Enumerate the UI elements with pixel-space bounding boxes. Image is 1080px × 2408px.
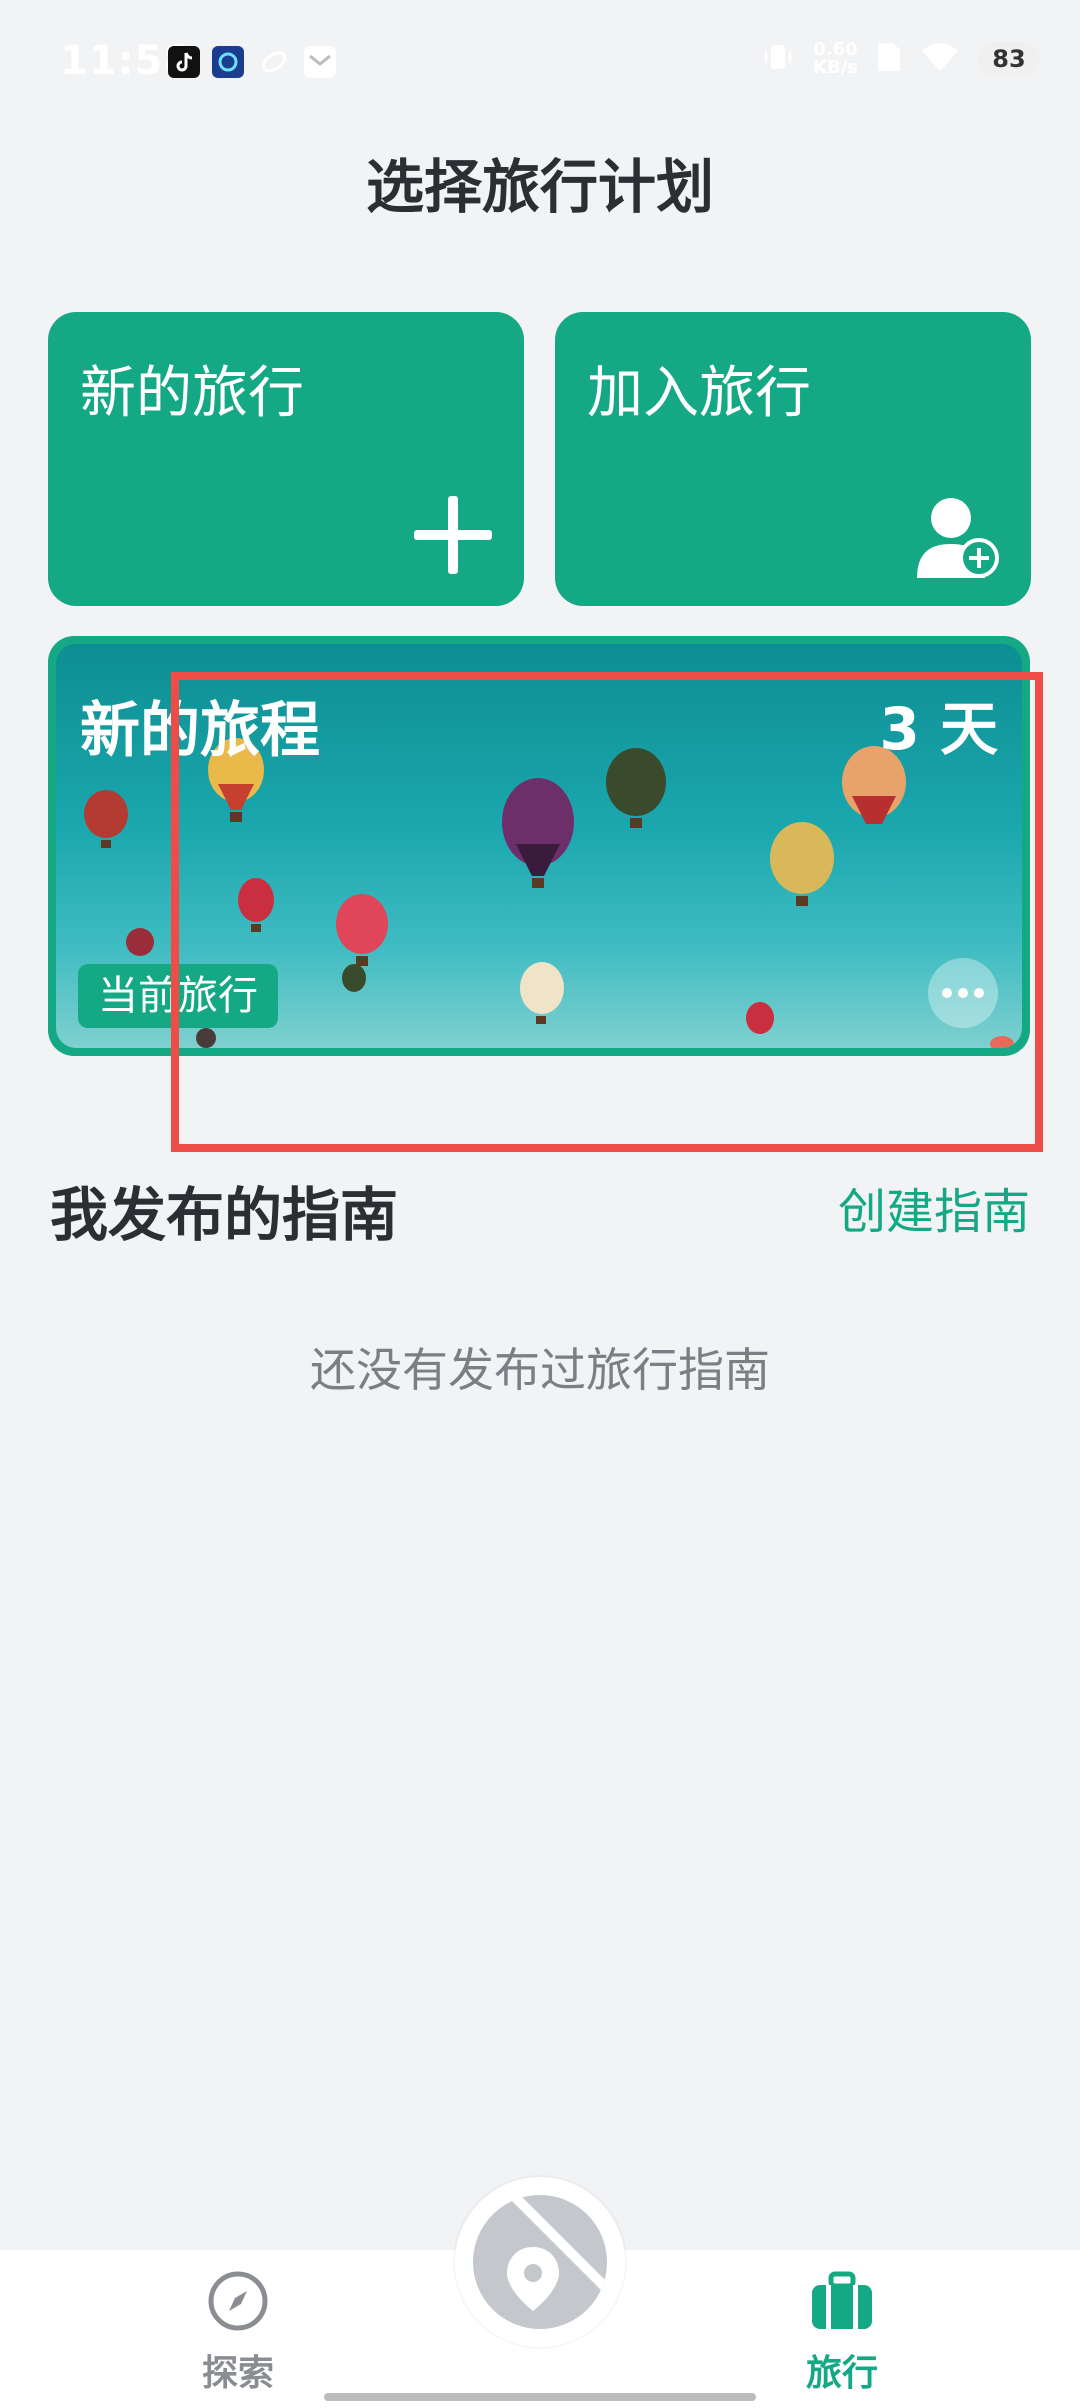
tab-travel-label: 旅行 [805, 2353, 878, 2394]
guides-empty-text: 还没有发布过旅行指南 [310, 1343, 770, 1397]
mail-icon [304, 46, 336, 78]
net-speed-unit: KB/s [813, 57, 858, 78]
join-trip-button[interactable]: 加入旅行 [555, 312, 1031, 606]
compass-icon [208, 2271, 268, 2331]
center-map-button[interactable] [455, 2177, 625, 2347]
sim-icon [876, 41, 902, 77]
tab-explore[interactable]: 探索 [138, 2270, 338, 2396]
tiktok-icon [168, 46, 200, 78]
net-speed: 0.60 KB/s [813, 41, 858, 77]
wifi-icon [920, 41, 960, 77]
plus-icon [414, 496, 492, 574]
app-notification-icon [212, 46, 244, 78]
status-right: 0.60 KB/s 83 [761, 40, 1040, 78]
suitcase-icon [812, 2271, 872, 2329]
page-title: 选择旅行计划 [365, 153, 714, 221]
leaf-icon [258, 46, 290, 78]
home-indicator [324, 2393, 756, 2401]
tab-travel[interactable]: 旅行 [742, 2270, 942, 2396]
status-bar: 11:58 0.60 KB/s 83 [0, 0, 1080, 120]
tab-explore-label: 探索 [201, 2353, 274, 2394]
highlight-box [171, 672, 1043, 1152]
user-plus-icon [917, 498, 999, 578]
new-trip-label: 新的旅行 [80, 361, 304, 426]
guides-section-title: 我发布的指南 [50, 1181, 399, 1249]
battery-indicator: 83 [978, 42, 1040, 76]
create-guide-link[interactable]: 创建指南 [838, 1172, 1030, 1242]
map-pin-icon [473, 2195, 607, 2329]
join-trip-label: 加入旅行 [587, 361, 811, 426]
vibrate-icon [761, 40, 795, 78]
new-trip-button[interactable]: 新的旅行 [48, 312, 524, 606]
